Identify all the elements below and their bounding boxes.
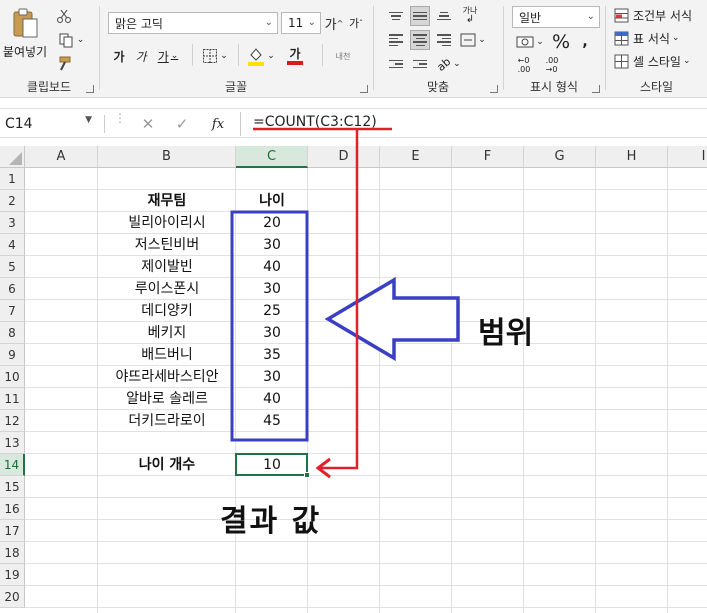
- annotation-overlay: [230, 127, 460, 479]
- range-box: [230, 210, 309, 442]
- result-label: 결과 값: [220, 504, 322, 539]
- range-arrow-icon: [324, 276, 460, 362]
- result-connector: [318, 129, 359, 470]
- range-label: 범위: [478, 316, 534, 351]
